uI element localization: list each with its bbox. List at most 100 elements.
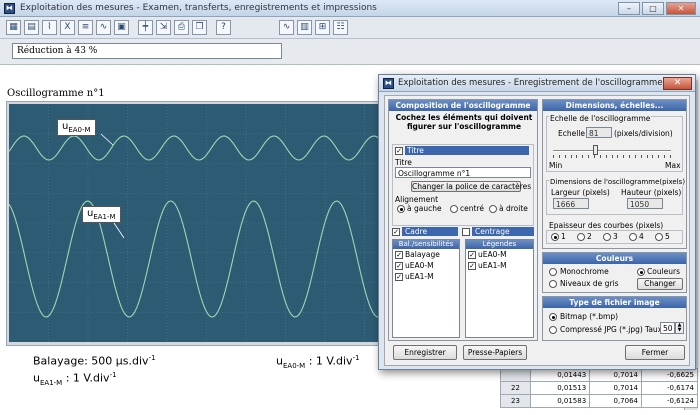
align-left-radio[interactable] [397, 205, 405, 213]
thickness-5-radio[interactable] [655, 233, 663, 241]
bitmap-radio[interactable] [549, 313, 557, 321]
colors-header: Couleurs [543, 253, 686, 264]
centering-label: Centrage [472, 227, 534, 236]
dialog-title: Exploitation des mesures - Enregistremen… [398, 78, 663, 88]
close-button[interactable]: Fermer [625, 345, 685, 360]
oscillo-icon[interactable]: ∿ [279, 20, 294, 35]
close-icon[interactable]: ✕ [666, 2, 696, 15]
slider-tick [570, 155, 572, 158]
slider-track [553, 150, 671, 152]
save-image-icon[interactable]: ▥ [297, 20, 312, 35]
sensitivity-ea1: uEA1-M : 1 V.div-1 [33, 371, 117, 387]
thickness-2-radio[interactable] [577, 233, 585, 241]
list-item[interactable]: ✓ Balayage [393, 249, 459, 260]
slider-thumb[interactable] [592, 145, 598, 155]
list-item[interactable]: ✓ uEA0-M [466, 249, 533, 260]
thickness-3-label: 3 [613, 232, 618, 241]
chart-icon[interactable]: ⌇ [42, 20, 57, 35]
sweep-sensitivity: Balayage: 500 µs.div-1 [33, 354, 156, 368]
frame-checkbox[interactable]: ✓ [392, 228, 400, 236]
list-icon[interactable]: ≡ [78, 20, 93, 35]
sensitivities-list[interactable]: Bal./sensibilités ✓ Balayage ✓ uEA0-M ✓ uEA… [392, 239, 460, 338]
slider-tick [617, 155, 619, 158]
jpg-label: Compressé JPG (*.jpg) [560, 325, 643, 334]
scale-slider[interactable] [553, 145, 671, 159]
save-button[interactable]: Enregistrer [393, 345, 457, 360]
slider-tick [646, 155, 648, 158]
dialog-title-bar[interactable]: ⧓ Exploitation des mesures - Enregistrem… [379, 75, 695, 92]
ea1-item-checkbox[interactable]: ✓ [395, 273, 403, 281]
thickness-1-label: 1 [561, 232, 566, 241]
thickness-5-label: 5 [665, 232, 670, 241]
monochrome-radio[interactable] [549, 268, 557, 276]
excel-icon[interactable]: X [60, 20, 75, 35]
thickness-4-label: 4 [639, 232, 644, 241]
thickness-label: Epaisseur des courbes (pixels) [549, 221, 664, 230]
width-field[interactable]: 1666 [553, 198, 589, 209]
dimensions-header: Dimensions, échelles... [543, 100, 686, 111]
rate-spinner[interactable]: ▲ ▼ [675, 322, 684, 334]
slider-tick [670, 155, 671, 158]
status-row: Réduction à 43 % [0, 39, 700, 65]
print-icon[interactable]: ⎙ [174, 20, 189, 35]
alignment-label: Alignement [395, 195, 439, 204]
list-item[interactable]: ✓ uEA1-M [393, 271, 459, 282]
sensitivities-header: Bal./sensibilités [393, 240, 459, 249]
thickness-4-radio[interactable] [629, 233, 637, 241]
slider-tick [611, 155, 613, 158]
align-center-radio[interactable] [450, 205, 458, 213]
scale-group [546, 116, 683, 172]
legend-ea1-checkbox[interactable]: ✓ [468, 262, 476, 270]
legends-list[interactable]: Légendes ✓ uEA0-M ✓ uEA1-M [465, 239, 534, 338]
copy-icon[interactable]: ❐ [192, 20, 207, 35]
calculator-icon[interactable]: ▣ [114, 20, 129, 35]
slider-tick [576, 155, 578, 158]
legend-ea0-checkbox[interactable]: ✓ [468, 251, 476, 259]
table-row[interactable]: 22 0,01513 0,7014 -0,6174 [500, 381, 699, 395]
cursor-icon[interactable]: ┿ [138, 20, 153, 35]
table-row[interactable]: 0,01443 0,7014 -0,6625 [500, 368, 699, 382]
width-label: Largeur (pixels) [551, 188, 610, 197]
thickness-1-radio[interactable] [551, 233, 559, 241]
help-icon[interactable]: ? [216, 20, 231, 35]
height-field[interactable]: 1050 [627, 198, 663, 209]
oscillogram-title: Oscillogramme n°1 [7, 88, 105, 99]
jpg-radio[interactable] [549, 326, 557, 334]
curve-ea1 [9, 200, 404, 318]
curve-icon[interactable]: ∿ [96, 20, 111, 35]
clipboard-button[interactable]: Presse-Papiers [463, 345, 527, 360]
align-right-radio[interactable] [489, 205, 497, 213]
centering-checkbox[interactable] [462, 228, 470, 236]
toolbar: ▦ ▤ ⌇ X ≡ ∿ ▣ ┿ ⇲ ⎙ ❐ ? ∿ ▥ ⊞ ☷ [0, 17, 700, 39]
minimize-icon[interactable]: – [618, 2, 640, 15]
title-input[interactable]: Oscillogramme n°1 [395, 167, 531, 178]
thickness-3-radio[interactable] [603, 233, 611, 241]
change-color-button[interactable]: Changer [637, 278, 683, 290]
ea0-item-checkbox[interactable]: ✓ [395, 262, 403, 270]
slider-tick [652, 155, 654, 158]
grid-icon[interactable]: ▦ [6, 20, 21, 35]
export-icon[interactable]: ⇲ [156, 20, 171, 35]
slider-min-label: Min [549, 161, 563, 170]
slider-tick [634, 155, 636, 158]
dimensions-panel: Dimensions, échelles... Echelle de l'osc… [542, 99, 687, 249]
colors-radio[interactable] [637, 268, 645, 276]
rate-field[interactable]: 50 [660, 322, 675, 334]
table-row[interactable]: 23 0,01583 0,7064 -0,6124 [500, 394, 699, 408]
list-item[interactable]: ✓ uEA1-M [466, 260, 533, 271]
slider-tick [658, 155, 660, 158]
list-item[interactable]: ✓ uEA0-M [393, 260, 459, 271]
scale-value-field[interactable]: 81 [586, 127, 612, 138]
slider-tick [664, 155, 666, 158]
dialog-close-icon[interactable]: ✕ [663, 77, 692, 90]
table-icon[interactable]: ▤ [24, 20, 39, 35]
change-font-button[interactable]: Changer la police de caractères [411, 181, 531, 192]
maximize-icon[interactable]: □ [642, 2, 664, 15]
sweep-item-checkbox[interactable]: ✓ [395, 251, 403, 259]
title-checkbox[interactable]: ✓ [395, 147, 403, 155]
scale-unit: (pixels/division) [614, 129, 673, 138]
grayscale-radio[interactable] [549, 280, 557, 288]
zoom-icon[interactable]: ⊞ [315, 20, 330, 35]
grayscale-label: Niveaux de gris [560, 279, 619, 288]
settings-icon[interactable]: ☷ [333, 20, 348, 35]
